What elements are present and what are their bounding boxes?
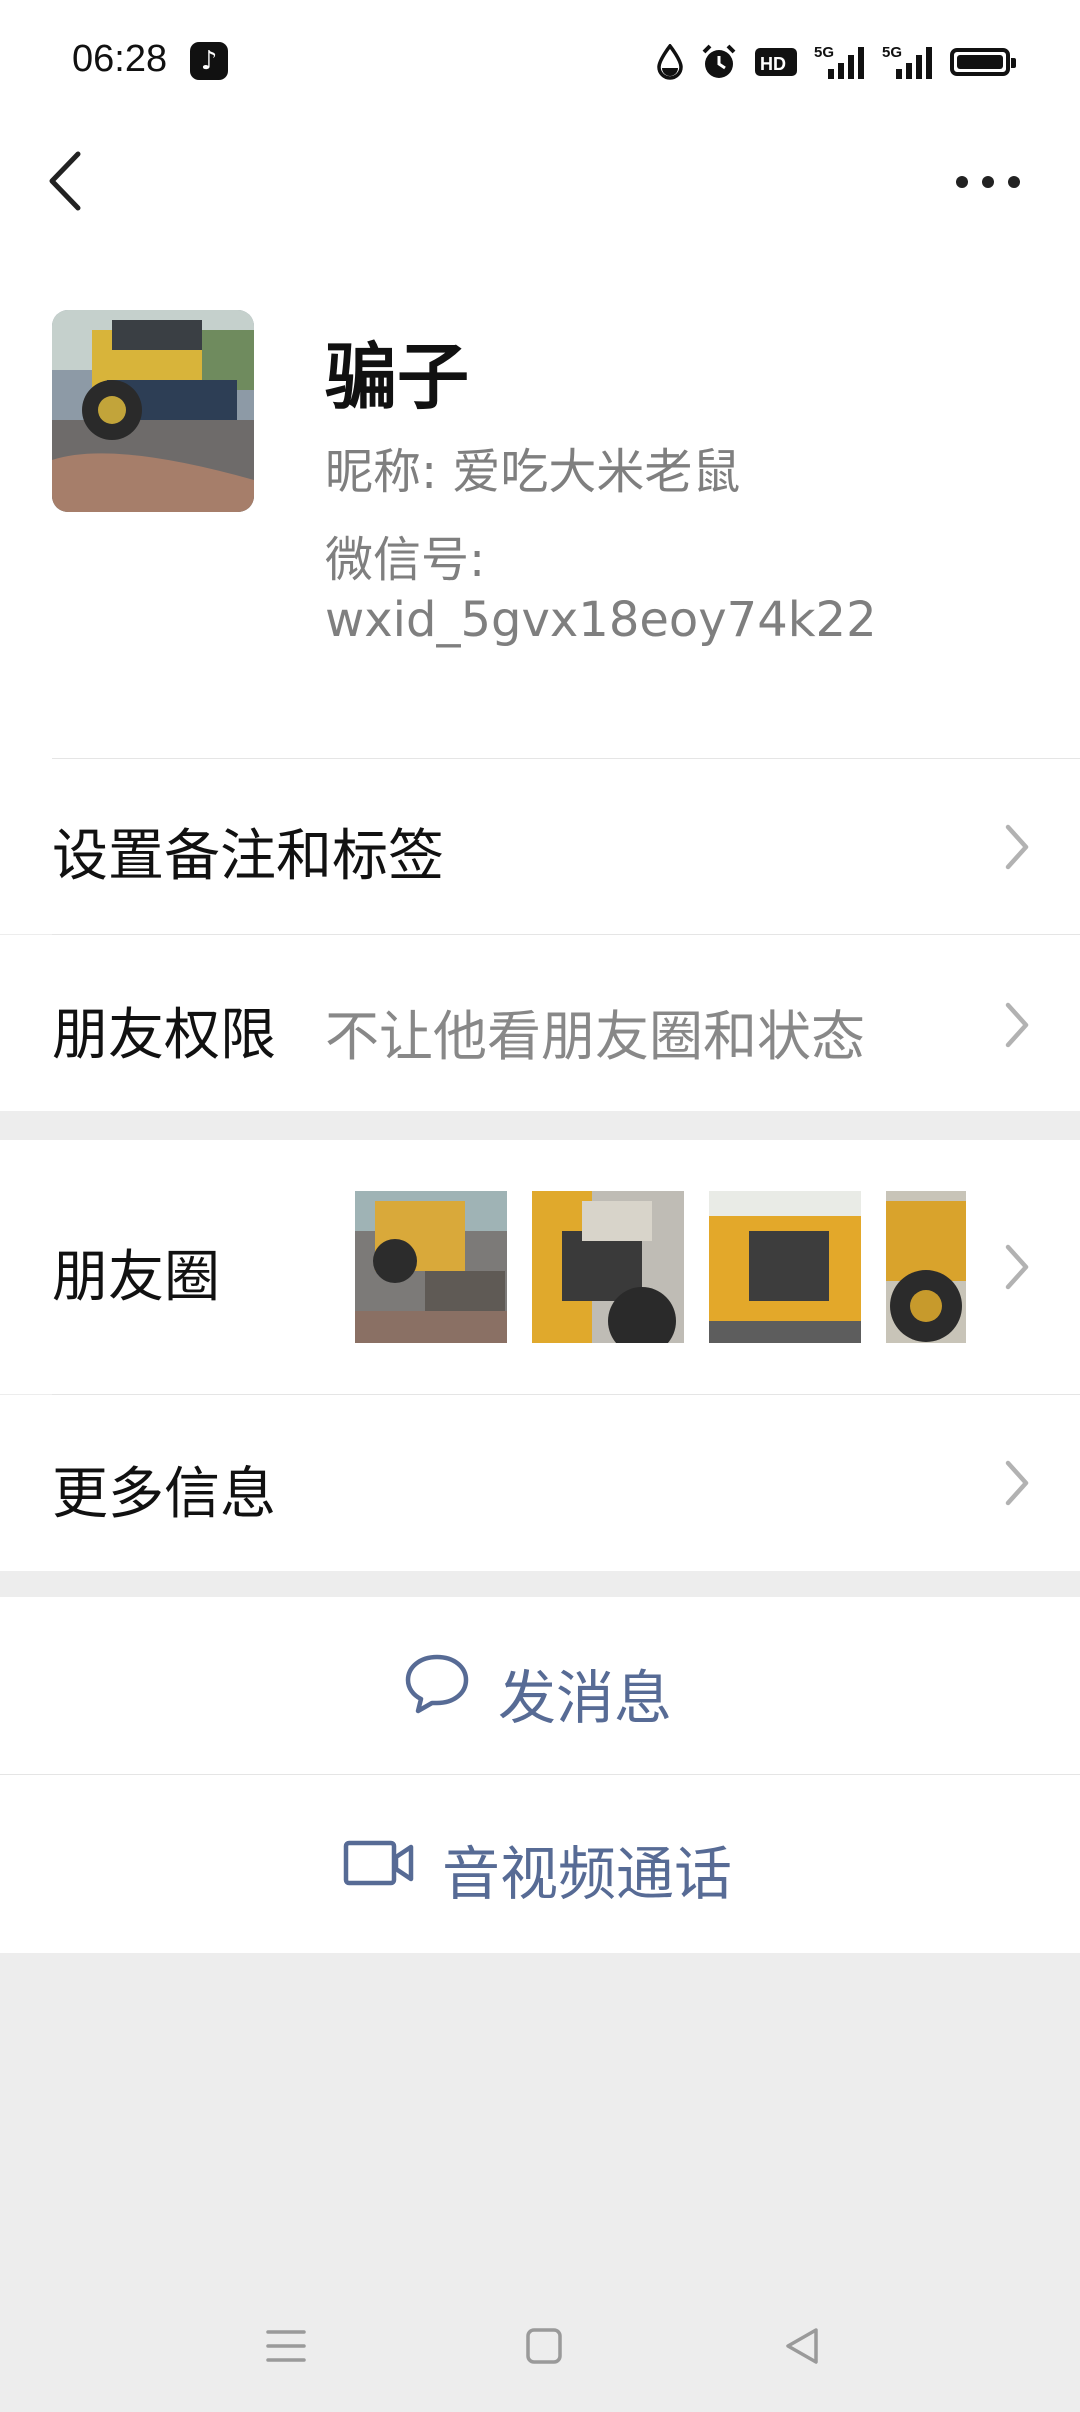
more-dots-icon bbox=[956, 176, 1020, 188]
status-bar: 06:28 ♪ HD 5G 5G bbox=[0, 0, 1080, 120]
chevron-right-icon bbox=[1005, 1460, 1029, 1506]
chevron-right-icon bbox=[1005, 1002, 1029, 1048]
av-call-label: 音视频通话 bbox=[442, 1840, 733, 1908]
tiktok-icon: ♪ bbox=[190, 42, 228, 80]
moments-photo-4 bbox=[886, 1191, 966, 1343]
water-drop-icon bbox=[657, 44, 683, 80]
friend-permissions-row[interactable]: 朋友权限 不让他看朋友圈和状态 bbox=[0, 935, 1080, 1111]
send-message-label: 发消息 bbox=[498, 1664, 673, 1732]
remarks-tags-label: 设置备注和标签 bbox=[52, 824, 444, 889]
chevron-right-icon bbox=[1005, 1244, 1029, 1290]
moments-photo-2 bbox=[532, 1191, 684, 1343]
wechat-id-value: wxid_5gvx18eoy74k22 bbox=[325, 592, 877, 648]
chat-bubble-icon bbox=[405, 1654, 469, 1714]
svg-text:5G: 5G bbox=[814, 44, 834, 61]
back-button[interactable] bbox=[38, 148, 98, 214]
chevron-right-icon bbox=[1005, 824, 1029, 870]
alarm-icon bbox=[702, 44, 736, 78]
back-nav-icon[interactable] bbox=[780, 2324, 824, 2368]
moments-label: 朋友圈 bbox=[52, 1245, 220, 1310]
send-message-button[interactable]: 发消息 bbox=[0, 1597, 1080, 1774]
status-time: 06:28 bbox=[72, 38, 168, 80]
more-info-row[interactable]: 更多信息 bbox=[0, 1395, 1080, 1571]
signal-5g-icon: 5G bbox=[814, 44, 864, 79]
friend-permissions-value: 不让他看朋友圈和状态 bbox=[325, 1005, 865, 1068]
home-icon[interactable] bbox=[524, 2326, 564, 2366]
avatar[interactable] bbox=[52, 310, 254, 512]
more-info-label: 更多信息 bbox=[52, 1462, 276, 1527]
signal-5g-icon: 5G bbox=[882, 44, 932, 79]
remarks-tags-row[interactable]: 设置备注和标签 bbox=[0, 759, 1080, 934]
hd-icon: HD bbox=[755, 48, 797, 76]
display-name: 骗子 bbox=[325, 335, 470, 419]
moments-row[interactable]: 朋友圈 bbox=[0, 1140, 1080, 1394]
moments-photo-3 bbox=[709, 1191, 861, 1343]
menu-icon[interactable] bbox=[264, 2326, 308, 2366]
nickname: 昵称: 爱吃大米老鼠 bbox=[325, 444, 741, 500]
svg-text:HD: HD bbox=[760, 54, 786, 74]
more-button[interactable] bbox=[948, 160, 1028, 204]
battery-icon bbox=[950, 48, 1016, 76]
chevron-left-icon bbox=[49, 151, 81, 211]
av-call-button[interactable]: 音视频通话 bbox=[0, 1775, 1080, 1953]
video-camera-icon bbox=[343, 1840, 414, 1886]
wechat-id-label: 微信号: bbox=[325, 532, 486, 588]
svg-text:5G: 5G bbox=[882, 44, 902, 61]
moments-photo-1 bbox=[355, 1191, 507, 1343]
friend-permissions-label: 朋友权限 bbox=[52, 1003, 276, 1068]
status-icons: HD 5G 5G bbox=[656, 40, 1016, 84]
